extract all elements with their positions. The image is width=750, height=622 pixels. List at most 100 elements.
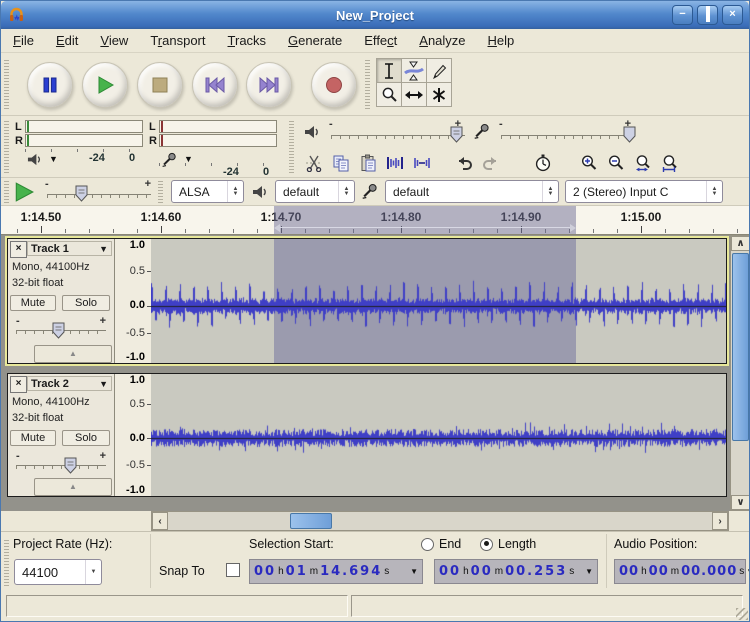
track-title-menu[interactable]: Track 1 ▼ [27, 241, 112, 256]
menu-generate[interactable]: Generate [288, 33, 342, 48]
menu-transport[interactable]: Transport [150, 33, 205, 48]
draw-tool-button[interactable] [426, 58, 452, 83]
timeshift-tool-button[interactable] [401, 82, 427, 107]
cut-button[interactable] [300, 149, 327, 177]
menu-effect[interactable]: Effect [364, 33, 397, 48]
track-gain-slider[interactable]: - + [14, 315, 108, 341]
menu-analyze[interactable]: Analyze [419, 33, 465, 48]
play-button[interactable] [82, 62, 128, 108]
stop-button[interactable] [137, 62, 183, 108]
slider-thumb[interactable] [52, 322, 65, 339]
zoom-out-button[interactable] [602, 149, 629, 177]
tools-toolbar-grip[interactable] [365, 59, 370, 109]
device-toolbar-grip[interactable] [158, 181, 163, 203]
speaker-icon[interactable] [27, 152, 42, 167]
time-format-dropdown-icon[interactable]: ▼ [410, 567, 418, 576]
scroll-up-button[interactable]: ∧ [731, 236, 750, 251]
menu-help[interactable]: Help [488, 33, 515, 48]
undo-button[interactable] [450, 149, 477, 177]
length-radio[interactable] [480, 538, 493, 551]
output-volume-slider[interactable]: - + [329, 118, 467, 146]
project-rate-select[interactable]: 44100 ▼ [14, 559, 102, 585]
slider-thumb[interactable] [450, 126, 463, 143]
recording-meter-left[interactable]: L [149, 120, 277, 133]
record-button[interactable] [311, 62, 357, 108]
mixer-toolbar-grip[interactable] [289, 121, 294, 173]
track-close-button[interactable]: × [10, 241, 27, 258]
track-gain-slider[interactable]: - + [14, 450, 108, 476]
selection-start-field[interactable]: 00h 01m 14.694s ▼ [249, 559, 423, 584]
scroll-right-button[interactable]: › [712, 512, 728, 530]
slider-thumb[interactable] [623, 126, 636, 143]
selection-tool-button[interactable] [376, 58, 402, 83]
track-title-menu[interactable]: Track 2 ▼ [27, 376, 112, 391]
title-bar[interactable]: New_Project − × [1, 1, 749, 29]
resize-grip[interactable] [736, 608, 748, 620]
zoom-in-button[interactable] [575, 149, 602, 177]
scroll-left-button[interactable]: ‹ [152, 512, 168, 530]
ruler-selection-region[interactable] [274, 206, 576, 234]
selection-length-field[interactable]: 00h 00m 00.253s ▼ [434, 559, 598, 584]
input-volume-slider[interactable]: - + [499, 118, 637, 146]
input-channels-select[interactable]: 2 (Stereo) Input C ▲▼ [565, 180, 723, 203]
time-format-dropdown-icon[interactable]: ▼ [746, 567, 750, 576]
vertical-scrollbar-thumb[interactable] [732, 253, 749, 441]
menu-file[interactable]: File [13, 33, 34, 48]
close-button[interactable]: × [722, 5, 743, 25]
menu-view[interactable]: View [100, 33, 128, 48]
selection-toolbar-grip[interactable] [4, 538, 9, 586]
fit-project-button[interactable] [656, 149, 683, 177]
menu-edit[interactable]: Edit [56, 33, 78, 48]
meter-dropdown-arrow[interactable]: ▼ [184, 154, 193, 164]
meter-dropdown-arrow[interactable]: ▼ [49, 154, 58, 164]
horizontal-scrollbar[interactable]: ‹ › [151, 511, 729, 531]
track-close-button[interactable]: × [10, 376, 27, 393]
multi-tool-button[interactable] [426, 82, 452, 107]
mute-button[interactable]: Mute [10, 295, 56, 311]
end-radio[interactable] [421, 538, 434, 551]
silence-button[interactable] [408, 149, 435, 177]
audio-host-select[interactable]: ALSA ▲▼ [171, 180, 244, 203]
microphone-icon[interactable] [161, 152, 177, 168]
pause-button[interactable] [27, 62, 73, 108]
fit-selection-button[interactable] [629, 149, 656, 177]
horizontal-scrollbar-thumb[interactable] [290, 513, 332, 529]
copy-button[interactable] [327, 149, 354, 177]
time-format-dropdown-icon[interactable]: ▼ [585, 567, 593, 576]
vertical-scrollbar[interactable]: ∧ ∨ [730, 235, 750, 511]
paste-button[interactable] [354, 149, 381, 177]
track-2-vertical-ruler[interactable]: 1.0 0.5 0.0 -0.5 -1.0 [115, 374, 152, 496]
maximize-button[interactable] [697, 5, 718, 25]
playback-meter-right[interactable]: R [15, 134, 143, 147]
redo-button[interactable] [477, 149, 504, 177]
track-1-waveform-area[interactable] [151, 239, 726, 363]
scroll-down-button[interactable]: ∨ [731, 495, 750, 510]
transport-toolbar-grip[interactable] [4, 59, 9, 109]
skip-to-end-button[interactable] [246, 62, 292, 108]
slider-thumb[interactable] [64, 457, 77, 474]
snap-to-checkbox[interactable] [226, 563, 240, 577]
envelope-tool-button[interactable] [401, 58, 427, 83]
mute-button[interactable]: Mute [10, 430, 56, 446]
solo-button[interactable]: Solo [62, 295, 110, 311]
play-at-speed-button[interactable] [13, 181, 35, 203]
minimize-button[interactable]: − [672, 5, 693, 25]
track-collapse-button[interactable]: ▲ [34, 478, 112, 496]
trim-button[interactable] [381, 149, 408, 177]
playback-meter-left[interactable]: L [15, 120, 143, 133]
recording-meter-right[interactable]: R [149, 134, 277, 147]
timeline-ruler[interactable]: 1:14.50 1:14.60 1:14.70 1:14.80 1:14.90 … [1, 206, 750, 235]
slider-thumb[interactable] [75, 185, 88, 202]
output-device-select[interactable]: default ▲▼ [275, 180, 355, 203]
audio-position-field[interactable]: 00h 00m 00.000s ▼ [614, 559, 746, 584]
solo-button[interactable]: Solo [62, 430, 110, 446]
track-1-vertical-ruler[interactable]: 1.0 0.5 0.0 -0.5 -1.0 [115, 239, 152, 363]
zoom-tool-button[interactable] [376, 82, 402, 107]
meter-toolbar-grip[interactable] [4, 121, 9, 173]
transcription-toolbar-grip[interactable] [4, 181, 9, 203]
menu-tracks[interactable]: Tracks [228, 33, 267, 48]
input-device-select[interactable]: default ▲▼ [385, 180, 559, 203]
playback-speed-slider[interactable]: - + [45, 178, 153, 204]
track-collapse-button[interactable]: ▲ [34, 345, 112, 363]
skip-to-start-button[interactable] [192, 62, 238, 108]
